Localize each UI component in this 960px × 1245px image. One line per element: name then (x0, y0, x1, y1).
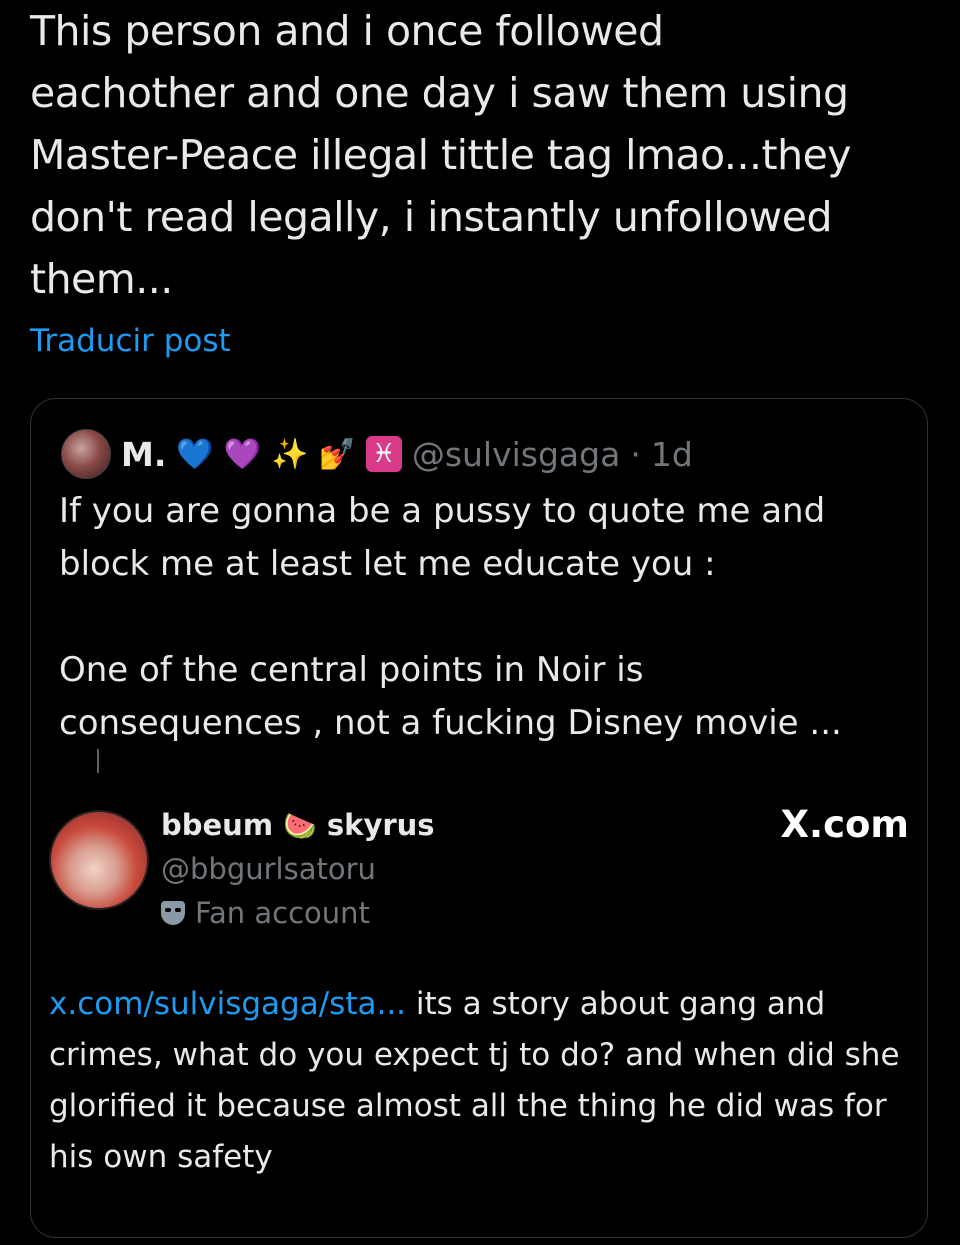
sparkles-icon: ✨ (271, 436, 309, 472)
theater-mask-icon (161, 901, 185, 925)
pisces-icon: ♓ (365, 436, 402, 472)
separator-dot: · (630, 434, 641, 474)
quoted-handle[interactable]: @sulvisgaga (412, 435, 621, 474)
fan-account-badge: Fan account (161, 893, 370, 933)
thread-line (97, 749, 99, 773)
post-text: This person and i once followed eachothe… (30, 7, 852, 303)
quoted-post-text: If you are gonna be a pussy to quote me … (59, 491, 842, 743)
watermelon-icon: 🍉 (283, 811, 317, 842)
avatar[interactable] (61, 429, 111, 479)
fan-account-label: Fan account (195, 896, 370, 930)
quoted-timestamp[interactable]: 1d (651, 435, 693, 474)
quoted-post-header: M. 💙 💜 ✨ 💅 ♓ @sulvisgaga · 1d (61, 429, 693, 479)
x-com-logo[interactable]: X.com (781, 801, 910, 849)
embedded-avatar[interactable] (49, 810, 149, 910)
embedded-name-part2: skyrus (326, 808, 435, 842)
embedded-display-name[interactable]: bbeum 🍉 skyrus (161, 805, 435, 847)
embedded-post-text: x.com/sulvisgaga/sta... its a story abou… (49, 979, 909, 1183)
nail-polish-icon: 💅 (318, 436, 356, 472)
quoted-post-card[interactable]: M. 💙 💜 ✨ 💅 ♓ @sulvisgaga · 1d If you are… (30, 398, 928, 1238)
blue-heart-icon: 💙 (176, 436, 214, 472)
quoted-display-name[interactable]: M. (121, 435, 166, 474)
embedded-name-part1: bbeum (161, 808, 274, 842)
embedded-link[interactable]: x.com/sulvisgaga/sta... (49, 986, 406, 1022)
translate-post-link[interactable]: Traducir post (30, 318, 231, 364)
purple-heart-icon: 💜 (223, 436, 262, 472)
embedded-handle[interactable]: @bbgurlsatoru (161, 849, 376, 889)
embedded-post[interactable]: bbeum 🍉 skyrus @bbgurlsatoru Fan account… (49, 803, 909, 1245)
